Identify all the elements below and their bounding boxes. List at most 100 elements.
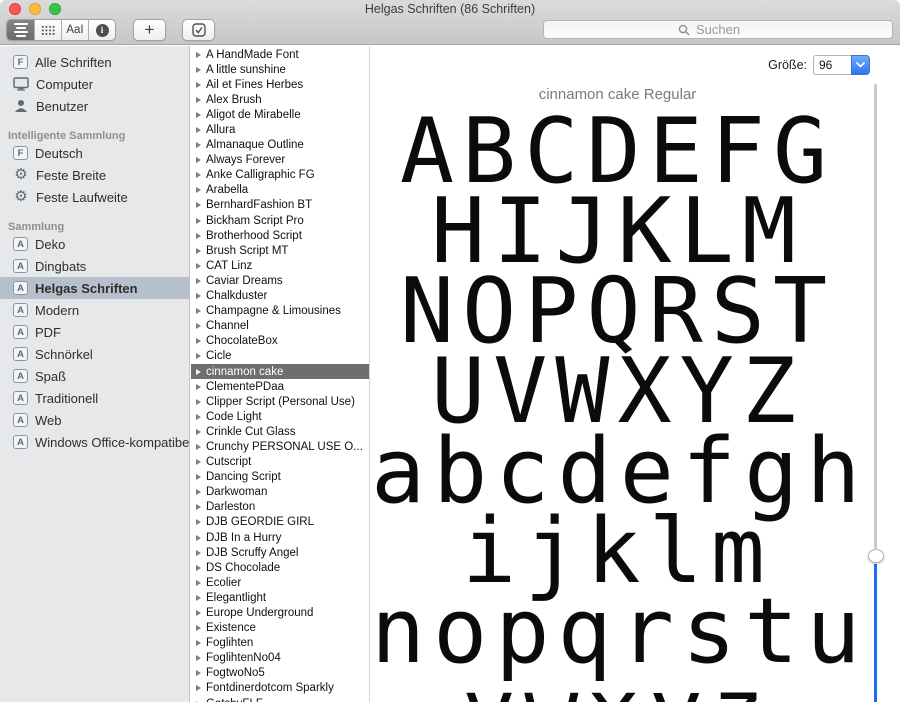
- info-view-segment[interactable]: [88, 20, 115, 40]
- disclosure-triangle-icon[interactable]: [196, 384, 201, 390]
- size-combo-box[interactable]: 96: [813, 55, 870, 75]
- font-list-row[interactable]: Existence: [191, 621, 369, 636]
- font-list-row[interactable]: Chalkduster: [191, 289, 369, 304]
- size-slider-track[interactable]: [874, 84, 877, 549]
- font-list-row[interactable]: Clipper Script (Personal Use): [191, 394, 369, 409]
- disclosure-triangle-icon[interactable]: [196, 248, 201, 254]
- add-collection-button[interactable]: +: [133, 19, 166, 41]
- disclosure-triangle-icon[interactable]: [196, 474, 201, 480]
- font-list-row[interactable]: Cutscript: [191, 455, 369, 470]
- font-list-row[interactable]: Arabella: [191, 183, 369, 198]
- disclosure-triangle-icon[interactable]: [196, 97, 201, 103]
- zoom-button[interactable]: [49, 3, 61, 15]
- size-value[interactable]: 96: [813, 55, 851, 75]
- size-dropdown-button[interactable]: [851, 55, 870, 75]
- font-list-row[interactable]: FoglihtenNo04: [191, 651, 369, 666]
- sidebar-item[interactable]: FAlle Schriften: [0, 51, 189, 73]
- font-list-row[interactable]: ClementePDaa: [191, 379, 369, 394]
- disclosure-triangle-icon[interactable]: [196, 504, 201, 510]
- disclosure-triangle-icon[interactable]: [196, 338, 201, 344]
- search-input[interactable]: [544, 21, 892, 38]
- font-list-row[interactable]: Brotherhood Script: [191, 228, 369, 243]
- close-button[interactable]: [9, 3, 21, 15]
- font-list-row[interactable]: Europe Underground: [191, 605, 369, 620]
- disclosure-triangle-icon[interactable]: [196, 293, 201, 299]
- sidebar-item[interactable]: ASpaß: [0, 365, 189, 387]
- disclosure-triangle-icon[interactable]: [196, 399, 201, 405]
- font-list-row[interactable]: Cicle: [191, 349, 369, 364]
- disclosure-triangle-icon[interactable]: [196, 82, 201, 88]
- disclosure-triangle-icon[interactable]: [196, 625, 201, 631]
- disclosure-triangle-icon[interactable]: [196, 580, 201, 586]
- list-view-segment[interactable]: [7, 20, 34, 40]
- sample-view-segment[interactable]: AaI: [61, 20, 88, 40]
- disclosure-triangle-icon[interactable]: [196, 655, 201, 661]
- font-list-row[interactable]: DS Chocolade: [191, 560, 369, 575]
- disclosure-triangle-icon[interactable]: [196, 187, 201, 193]
- font-list-row[interactable]: Fontdinerdotcom Sparkly: [191, 681, 369, 696]
- font-list-row[interactable]: Brush Script MT: [191, 243, 369, 258]
- disclosure-triangle-icon[interactable]: [196, 353, 201, 359]
- font-list-row[interactable]: Almanaque Outline: [191, 138, 369, 153]
- sidebar-item[interactable]: AWeb: [0, 409, 189, 431]
- font-list-row[interactable]: GatsbyFLF: [191, 696, 369, 702]
- disclosure-triangle-icon[interactable]: [196, 369, 201, 375]
- disclosure-triangle-icon[interactable]: [196, 278, 201, 284]
- disclosure-triangle-icon[interactable]: [196, 67, 201, 73]
- font-list-row[interactable]: DJB GEORDIE GIRL: [191, 515, 369, 530]
- disclosure-triangle-icon[interactable]: [196, 610, 201, 616]
- sidebar-item[interactable]: ADingbats: [0, 255, 189, 277]
- disclosure-triangle-icon[interactable]: [196, 550, 201, 556]
- font-list-row[interactable]: Caviar Dreams: [191, 273, 369, 288]
- font-list-row[interactable]: Darkwoman: [191, 485, 369, 500]
- font-list-row[interactable]: Crinkle Cut Glass: [191, 424, 369, 439]
- font-list-row[interactable]: DJB In a Hurry: [191, 530, 369, 545]
- disclosure-triangle-icon[interactable]: [196, 685, 201, 691]
- disclosure-triangle-icon[interactable]: [196, 414, 201, 420]
- disclosure-triangle-icon[interactable]: [196, 127, 201, 133]
- font-list-row[interactable]: cinnamon cake: [191, 364, 369, 379]
- sidebar-item[interactable]: ADeko: [0, 233, 189, 255]
- font-list-row[interactable]: Alex Brush: [191, 92, 369, 107]
- disclosure-triangle-icon[interactable]: [196, 670, 201, 676]
- font-list-row[interactable]: BernhardFashion BT: [191, 198, 369, 213]
- disclosure-triangle-icon[interactable]: [196, 535, 201, 541]
- disclosure-triangle-icon[interactable]: [196, 323, 201, 329]
- validate-fonts-button[interactable]: [182, 19, 215, 41]
- sidebar-item[interactable]: AHelgas Schriften: [0, 277, 189, 299]
- font-list-row[interactable]: Darleston: [191, 500, 369, 515]
- font-list-row[interactable]: A HandMade Font: [191, 47, 369, 62]
- font-list-row[interactable]: Channel: [191, 319, 369, 334]
- grid-view-segment[interactable]: [34, 20, 61, 40]
- size-slider-thumb[interactable]: [868, 549, 884, 563]
- minimize-button[interactable]: [29, 3, 41, 15]
- disclosure-triangle-icon[interactable]: [196, 233, 201, 239]
- disclosure-triangle-icon[interactable]: [196, 444, 201, 450]
- disclosure-triangle-icon[interactable]: [196, 172, 201, 178]
- disclosure-triangle-icon[interactable]: [196, 595, 201, 601]
- font-list-row[interactable]: Champagne & Limousines: [191, 304, 369, 319]
- font-list-row[interactable]: Anke Calligraphic FG: [191, 168, 369, 183]
- disclosure-triangle-icon[interactable]: [196, 52, 201, 58]
- disclosure-triangle-icon[interactable]: [196, 112, 201, 118]
- sidebar-item[interactable]: AWindows Office-kompatibel: [0, 431, 189, 453]
- sidebar-item[interactable]: ⚙Feste Laufweite: [0, 186, 189, 208]
- font-list-row[interactable]: Ecolier: [191, 575, 369, 590]
- sidebar-item[interactable]: APDF: [0, 321, 189, 343]
- disclosure-triangle-icon[interactable]: [196, 489, 201, 495]
- font-list-row[interactable]: A little sunshine: [191, 62, 369, 77]
- sidebar-item[interactable]: ATraditionell: [0, 387, 189, 409]
- font-list-row[interactable]: Code Light: [191, 409, 369, 424]
- font-list-row[interactable]: FogtwoNo5: [191, 666, 369, 681]
- font-list-row[interactable]: Aligot de Mirabelle: [191, 107, 369, 122]
- sidebar-item[interactable]: Computer: [0, 73, 189, 95]
- font-list-row[interactable]: Elegantlight: [191, 590, 369, 605]
- sidebar-item[interactable]: ASchnörkel: [0, 343, 189, 365]
- disclosure-triangle-icon[interactable]: [196, 640, 201, 646]
- font-list-row[interactable]: Foglihten: [191, 636, 369, 651]
- disclosure-triangle-icon[interactable]: [196, 157, 201, 163]
- disclosure-triangle-icon[interactable]: [196, 565, 201, 571]
- disclosure-triangle-icon[interactable]: [196, 142, 201, 148]
- font-list-row[interactable]: CAT Linz: [191, 258, 369, 273]
- disclosure-triangle-icon[interactable]: [196, 519, 201, 525]
